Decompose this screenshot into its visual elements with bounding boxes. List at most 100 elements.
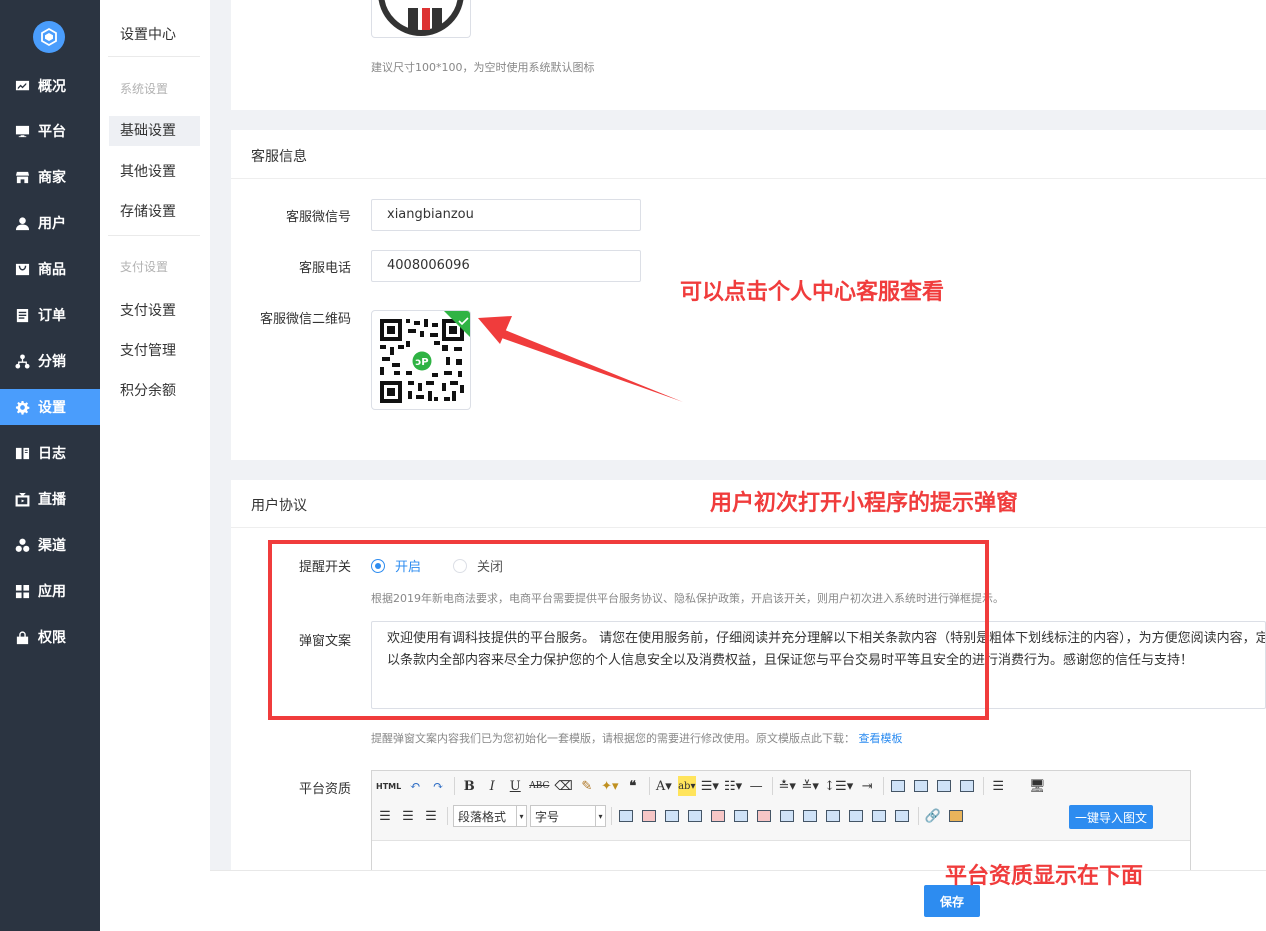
merge-right-icon[interactable]	[801, 806, 819, 826]
line-spacing-top-icon[interactable]: ≛▾	[778, 776, 796, 796]
align-right-icon[interactable]: ☰	[399, 806, 417, 826]
svg-text:ↄP: ↄP	[415, 357, 428, 368]
phone-field[interactable]: 4008006096	[371, 250, 641, 282]
qrcode-annotation: 可以点击个人中心客服查看	[680, 280, 945, 305]
sidebar-item-label: 商家	[38, 170, 66, 186]
delete-table-icon[interactable]	[640, 806, 658, 826]
format-brush-icon[interactable]: ✎	[578, 776, 596, 796]
unordered-list-icon[interactable]: ☷▾	[724, 776, 742, 796]
align-left-icon[interactable]: ☰	[989, 776, 1007, 796]
sidebar-item-label: 设置	[38, 400, 66, 416]
sidebar-item-channel[interactable]: 渠道	[0, 527, 100, 563]
logo-upload[interactable]	[371, 0, 471, 38]
goods-icon	[14, 261, 30, 277]
sidebar-item-label: 平台	[38, 124, 66, 140]
divider	[108, 56, 200, 57]
sidebar-item-user[interactable]: 用户	[0, 205, 100, 241]
sidebar-item-goods[interactable]: 商品	[0, 251, 100, 287]
submenu-item-points-balance[interactable]: 积分余额	[109, 376, 200, 406]
eraser-icon[interactable]: ⌫	[554, 776, 572, 796]
align-justify-icon[interactable]: ☰	[422, 806, 440, 826]
toolbar-row: HTML ↶ ↷ B I U ABC ⌫ ✎ ✦▾ ❝ A▾ ab▾ ☰▾ ☷▾…	[376, 773, 1051, 799]
sidebar-item-label: 分销	[38, 354, 66, 370]
merge-cells-icon[interactable]	[778, 806, 796, 826]
redo-icon[interactable]: ↷	[429, 776, 447, 796]
font-size-select[interactable]: 字号 ▾	[530, 805, 606, 827]
sidebar-item-live[interactable]: 直播	[0, 481, 100, 517]
import-article-button[interactable]: 一键导入图文	[1069, 805, 1153, 829]
delete-row-icon[interactable]	[709, 806, 727, 826]
editor-toolbar: HTML ↶ ↷ B I U ABC ⌫ ✎ ✦▾ ❝ A▾ ab▾ ☰▾ ☷▾…	[372, 771, 1190, 841]
qualification-label: 平台资质	[298, 782, 351, 797]
sidebar-item-platform[interactable]: 平台	[0, 113, 100, 149]
image-icon[interactable]	[947, 806, 965, 826]
service-heading: 客服信息	[251, 149, 307, 165]
insert-caption-icon[interactable]	[663, 806, 681, 826]
sidebar-item-label: 渠道	[38, 538, 66, 554]
app-logo[interactable]	[33, 21, 65, 53]
auto-format-icon[interactable]: ✦▾	[601, 776, 619, 796]
submenu-group-system: 系统设置	[120, 82, 169, 96]
qrcode-image: ↄP	[380, 311, 470, 403]
strikethrough-icon[interactable]: ABC	[529, 776, 549, 796]
logo-preview	[378, 0, 464, 36]
paragraph-format-select[interactable]: 段落格式 ▾	[453, 805, 527, 827]
divider	[108, 235, 200, 236]
sidebar-item-overview[interactable]: 概况	[0, 68, 100, 104]
split-cells-icon[interactable]	[847, 806, 865, 826]
sidebar-item-label: 应用	[38, 584, 66, 600]
split-rows-icon[interactable]	[870, 806, 888, 826]
submenu-item-storage[interactable]: 存储设置	[109, 197, 200, 227]
sidebar-item-permission[interactable]: 权限	[0, 619, 100, 655]
bold-icon[interactable]: B	[460, 776, 478, 796]
align-image-none-icon[interactable]	[935, 776, 953, 796]
line-spacing-bottom-icon[interactable]: ≚▾	[801, 776, 819, 796]
logo-card: 建议尺寸100*100，为空时使用系统默认图标	[231, 0, 1266, 110]
merge-down-icon[interactable]	[824, 806, 842, 826]
sidebar-item-order[interactable]: 订单	[0, 297, 100, 333]
line-height-icon[interactable]: ↕☰▾	[824, 776, 853, 796]
underline-icon[interactable]: U	[506, 776, 524, 796]
submenu-item-payment-manage[interactable]: 支付管理	[109, 336, 200, 366]
undo-icon[interactable]: ↶	[406, 776, 424, 796]
sidebar-item-merchant[interactable]: 商家	[0, 159, 100, 195]
sidebar-item-label: 商品	[38, 262, 66, 278]
font-color-icon[interactable]: A▾	[655, 776, 673, 796]
sidebar-item-distribution[interactable]: 分销	[0, 343, 100, 379]
align-image-right-icon[interactable]	[912, 776, 930, 796]
quote-icon[interactable]: ❝	[624, 776, 642, 796]
monitor-icon	[14, 123, 30, 139]
sidebar-item-label: 用户	[38, 216, 66, 232]
split-cols-icon[interactable]	[893, 806, 911, 826]
qrcode-label: 客服微信二维码	[259, 312, 351, 327]
insert-row-icon[interactable]	[686, 806, 704, 826]
delete-col-icon[interactable]	[755, 806, 773, 826]
indent-icon[interactable]: ⇥	[858, 776, 876, 796]
fullscreen-icon[interactable]: 🖥	[1028, 776, 1046, 796]
sidebar-item-settings[interactable]: 设置	[0, 389, 100, 425]
horizontal-rule-icon[interactable]: —	[747, 776, 765, 796]
html-source-button[interactable]: HTML	[376, 776, 401, 796]
insert-col-icon[interactable]	[732, 806, 750, 826]
qualification-annotation: 平台资质显示在下面	[945, 864, 1144, 889]
logo-icon	[41, 27, 57, 47]
phone-label: 客服电话	[298, 261, 351, 276]
align-image-center-icon[interactable]	[958, 776, 976, 796]
qrcode-upload[interactable]: ↄP	[371, 310, 471, 410]
highlight-icon[interactable]: ab▾	[677, 776, 696, 796]
submenu-item-payment-settings[interactable]: 支付设置	[109, 296, 200, 326]
align-center-icon[interactable]: ☰	[376, 806, 394, 826]
wechat-field[interactable]: xiangbianzou	[371, 199, 641, 231]
italic-icon[interactable]: I	[483, 776, 501, 796]
ordered-list-icon[interactable]: ☰▾	[701, 776, 719, 796]
submenu-item-other[interactable]: 其他设置	[109, 157, 200, 187]
link-icon[interactable]: 🔗	[924, 806, 942, 826]
insert-table-icon[interactable]	[617, 806, 635, 826]
sidebar-item-log[interactable]: 日志	[0, 435, 100, 471]
sidebar-item-apps[interactable]: 应用	[0, 573, 100, 609]
submenu-item-basic[interactable]: 基础设置	[109, 116, 200, 146]
gear-icon	[14, 399, 30, 415]
align-image-left-icon[interactable]	[889, 776, 907, 796]
popup-hint-text: 提醒弹窗文案内容我们已为您初始化一套模版，请根据您的需要进行修改使用。原文模版点…	[371, 732, 855, 745]
view-template-link[interactable]: 查看模板	[859, 732, 903, 745]
